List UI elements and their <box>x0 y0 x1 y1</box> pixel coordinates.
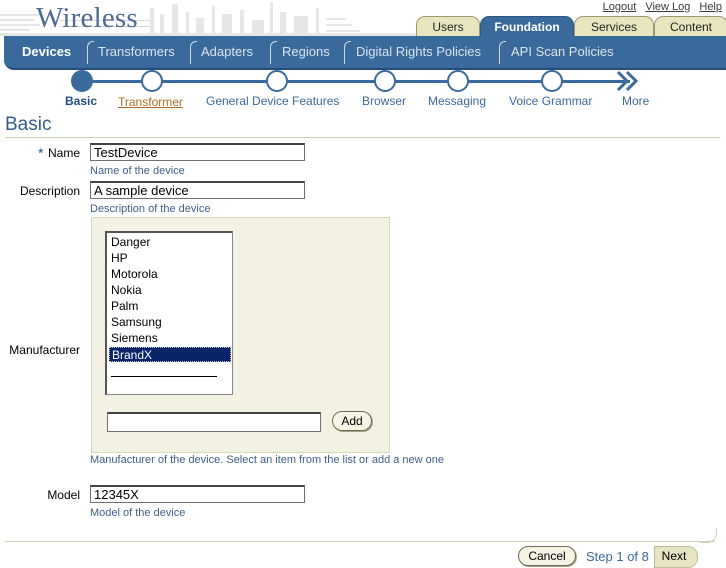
next-button[interactable]: Next <box>656 549 692 563</box>
subtab-transformers[interactable]: Transformers <box>98 36 175 68</box>
subtab-digital-rights-policies[interactable]: Digital Rights Policies <box>356 36 481 68</box>
manufacturer-option-brandx[interactable]: BrandX <box>109 347 231 362</box>
title-divider <box>5 137 720 138</box>
train-stop-basic <box>71 70 93 92</box>
description-label: Description <box>19 184 80 198</box>
train-label-basic: Basic <box>65 94 98 108</box>
cancel-button[interactable]: Cancel <box>518 546 576 566</box>
add-manufacturer-button[interactable]: Add <box>332 411 372 431</box>
train-label-general-device-features[interactable]: General Device Features <box>206 94 339 108</box>
train-stop-browser[interactable] <box>374 70 396 92</box>
global-links: Logout View Log Help <box>594 1 722 13</box>
model-input[interactable] <box>90 485 305 503</box>
tab-content[interactable]: Content <box>654 16 726 37</box>
tab-users[interactable]: Users <box>416 16 480 37</box>
manufacturer-option-samsung[interactable]: Samsung <box>109 315 231 330</box>
train-label-voice-grammar[interactable]: Voice Grammar <box>509 94 592 108</box>
manufacturer-hint: Manufacturer of the device. Select an it… <box>90 454 445 466</box>
subtab-adapters[interactable]: Adapters <box>201 36 253 68</box>
subtab-api-scan-policies[interactable]: API Scan Policies <box>511 36 614 68</box>
name-label: * Name <box>10 146 80 160</box>
subtab-separator <box>499 41 506 64</box>
train-more-arrow-icon[interactable] <box>616 70 640 92</box>
logout-link[interactable]: Logout <box>603 1 637 13</box>
page-title: Basic <box>5 114 52 135</box>
new-manufacturer-input[interactable] <box>107 412 321 432</box>
model-hint: Model of the device <box>90 507 186 519</box>
train-label-transformer[interactable]: Transformer <box>118 95 183 109</box>
subtab-separator <box>190 41 197 64</box>
app-title: Wireless <box>36 2 138 34</box>
tab-services[interactable]: Services <box>574 16 654 37</box>
subtab-devices[interactable]: Devices <box>22 36 71 68</box>
subtab-separator <box>344 41 351 64</box>
train-label-browser[interactable]: Browser <box>362 94 406 108</box>
step-indicator: Step 1 of 8 <box>586 549 649 564</box>
manufacturer-listbox[interactable]: Danger HP Motorola Nokia Palm Samsung Si… <box>105 231 233 395</box>
subtab-regions[interactable]: Regions <box>282 36 330 68</box>
train-stop-messaging[interactable] <box>447 70 469 92</box>
name-label-text: Name <box>47 146 80 160</box>
train-navigation: Basic Transformer General Device Feature… <box>0 68 726 110</box>
model-label: Model <box>47 488 80 502</box>
view-log-link[interactable]: View Log <box>645 1 690 13</box>
name-hint: Name of the device <box>90 165 185 177</box>
manufacturer-option-palm[interactable]: Palm <box>109 299 231 314</box>
train-label-messaging[interactable]: Messaging <box>428 94 486 108</box>
secondary-nav: Devices Transformers Adapters Regions Di… <box>4 36 726 70</box>
required-marker: * <box>38 146 43 160</box>
branding-area: Wireless <box>0 0 420 36</box>
manufacturer-option-motorola[interactable]: Motorola <box>109 267 231 282</box>
description-hint: Description of the device <box>90 203 211 215</box>
description-input[interactable] <box>90 181 305 199</box>
manufacturer-option-danger[interactable]: Danger <box>109 235 231 250</box>
manufacturer-option-siemens[interactable]: Siemens <box>109 331 231 346</box>
manufacturer-option-hp[interactable]: HP <box>109 251 231 266</box>
listbox-separator-line <box>111 376 217 377</box>
manufacturer-option-nokia[interactable]: Nokia <box>109 283 231 298</box>
name-input[interactable] <box>90 143 305 161</box>
train-label-more[interactable]: More <box>622 94 649 108</box>
help-link[interactable]: Help <box>699 1 722 13</box>
subtab-separator <box>87 41 94 64</box>
footer-divider <box>5 541 715 542</box>
train-stop-transformer[interactable] <box>141 70 163 92</box>
train-stop-general-device-features[interactable] <box>266 70 288 92</box>
tab-foundation[interactable]: Foundation <box>480 16 574 37</box>
manufacturer-label: Manufacturer <box>9 343 80 357</box>
train-stop-voice-grammar[interactable] <box>541 70 563 92</box>
subtab-separator <box>270 41 277 64</box>
